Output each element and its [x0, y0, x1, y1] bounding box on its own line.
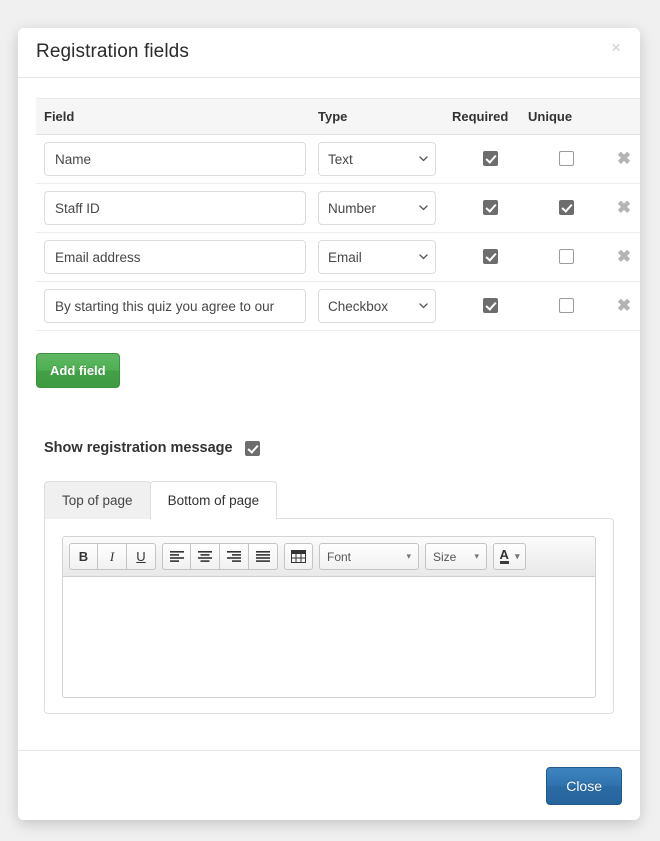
tab-bottom-of-page[interactable]: Bottom of page — [149, 481, 278, 519]
unique-checkbox[interactable] — [558, 200, 574, 216]
bold-button[interactable]: B — [69, 543, 98, 570]
field-name-cell — [36, 183, 318, 233]
field-name-input[interactable] — [44, 240, 306, 274]
field-type-select[interactable]: Number — [318, 191, 436, 225]
delete-field-icon[interactable]: ✖ — [611, 296, 637, 315]
column-header-unique: Unique — [528, 98, 604, 135]
screen: Registration fields × Field Type Require… — [0, 0, 660, 841]
table-row: Number — [36, 183, 640, 233]
italic-button[interactable]: I — [98, 543, 127, 570]
field-name-cell — [36, 232, 318, 282]
registration-fields-modal: Registration fields × Field Type Require… — [18, 28, 640, 820]
font-color-button[interactable]: A ▾ — [493, 543, 526, 570]
column-header-required: Required — [452, 98, 528, 135]
insert-table-icon[interactable] — [284, 543, 313, 570]
field-unique-cell — [528, 232, 604, 282]
editor-toolbar: B I U Font ▾ Size ▾ A ▾ — [63, 537, 595, 577]
table-header-row: Field Type Required Unique — [36, 98, 640, 135]
modal-body: Field Type Required Unique Name Text ✖ S… — [18, 78, 640, 714]
column-header-type: Type — [318, 98, 452, 135]
table-header: Field Type Required Unique — [36, 98, 640, 135]
table-row: Text — [36, 134, 640, 184]
rich-text-editor: B I U Font ▾ Size ▾ A ▾ — [62, 536, 596, 698]
add-field-button[interactable]: Add field — [36, 353, 120, 388]
font-family-label: Font — [327, 549, 352, 564]
font-color-label: A — [499, 547, 509, 564]
field-name-cell — [36, 134, 318, 184]
align-right-icon[interactable] — [220, 543, 249, 570]
field-type-select[interactable]: Text — [318, 142, 436, 176]
font-family-dropdown[interactable]: Font ▾ — [319, 543, 419, 570]
field-type-cell: Text — [318, 134, 452, 184]
page-title: Registration fields — [36, 41, 189, 62]
chevron-down-icon: ▾ — [474, 551, 479, 561]
tab-panel-bottom-of-page: B I U Font ▾ Size ▾ A ▾ — [44, 518, 614, 714]
column-header-delete — [604, 98, 640, 135]
text-style-group: B I U — [69, 543, 156, 570]
show-registration-message-row: Show registration message — [36, 440, 622, 456]
align-center-icon[interactable] — [191, 543, 220, 570]
show-registration-message-checkbox[interactable] — [244, 440, 260, 456]
field-type-cell: Number — [318, 183, 452, 233]
table-row: Email address Email ✖ — [36, 232, 640, 282]
editor-content-area[interactable] — [63, 577, 595, 697]
delete-field-icon[interactable]: ✖ — [611, 247, 637, 266]
field-type-select-wrap: Checkbox — [318, 289, 436, 323]
field-required-cell — [452, 183, 528, 233]
field-delete-cell: ✖ — [604, 134, 640, 184]
unique-checkbox[interactable] — [558, 298, 574, 314]
required-checkbox[interactable] — [482, 249, 498, 265]
chevron-down-icon: ▾ — [406, 551, 411, 561]
field-name-input[interactable] — [44, 191, 306, 225]
field-required-cell — [452, 281, 528, 331]
field-type-cell: Checkbox — [318, 281, 452, 331]
unique-checkbox[interactable] — [558, 249, 574, 265]
field-type-select-wrap: Number — [318, 191, 436, 225]
field-name-cell — [36, 281, 318, 331]
field-name-input[interactable] — [44, 289, 306, 323]
field-type-select[interactable]: Checkbox — [318, 289, 436, 323]
column-header-field: Field — [36, 98, 318, 135]
align-justify-icon[interactable] — [249, 543, 278, 570]
tab-top-of-page[interactable]: Top of page — [44, 481, 151, 519]
show-registration-message-label: Show registration message — [44, 440, 233, 456]
required-checkbox[interactable] — [482, 298, 498, 314]
chevron-down-icon: ▾ — [514, 551, 520, 561]
field-unique-cell — [528, 134, 604, 184]
field-unique-cell — [528, 183, 604, 233]
field-required-cell — [452, 232, 528, 282]
registration-fields-table: Field Type Required Unique Name Text ✖ S… — [36, 98, 640, 331]
delete-field-icon[interactable]: ✖ — [611, 198, 637, 217]
table-row: Checkbox — [36, 281, 640, 331]
field-type-select-wrap: Text — [318, 142, 436, 176]
font-size-label: Size — [433, 549, 457, 564]
required-checkbox[interactable] — [482, 200, 498, 216]
field-unique-cell — [528, 281, 604, 331]
align-left-icon[interactable] — [162, 543, 191, 570]
table-body: Text — [36, 134, 640, 331]
close-button[interactable]: Close — [546, 767, 622, 805]
tab-list: Top of page Bottom of page — [36, 480, 622, 519]
field-required-cell — [452, 134, 528, 184]
field-delete-cell: ✖ — [604, 232, 640, 282]
close-icon[interactable]: × — [607, 37, 625, 58]
modal-footer: Close — [18, 750, 640, 820]
field-type-select[interactable]: Email — [318, 240, 436, 274]
field-name-input[interactable] — [44, 142, 306, 176]
field-delete-cell: ✖ — [604, 281, 640, 331]
alignment-group — [162, 543, 278, 570]
field-type-select-wrap: Email — [318, 240, 436, 274]
modal-header: Registration fields × — [18, 28, 640, 78]
unique-checkbox[interactable] — [558, 151, 574, 167]
delete-field-icon[interactable]: ✖ — [611, 149, 637, 168]
field-type-cell: Email — [318, 232, 452, 282]
font-size-dropdown[interactable]: Size ▾ — [425, 543, 487, 570]
required-checkbox[interactable] — [482, 151, 498, 167]
underline-button[interactable]: U — [127, 543, 156, 570]
field-delete-cell: ✖ — [604, 183, 640, 233]
